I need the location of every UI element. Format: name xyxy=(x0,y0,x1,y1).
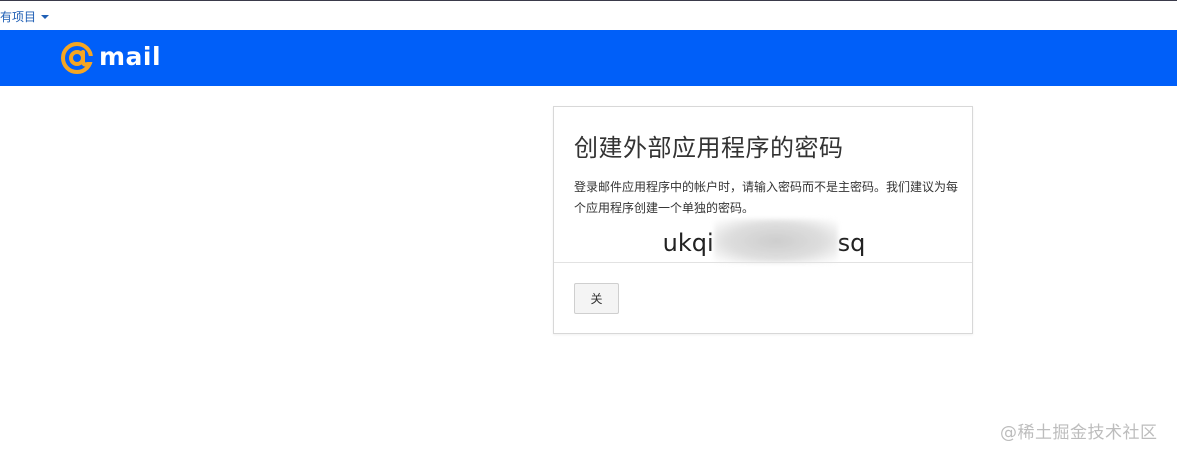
mail-header: mail xyxy=(0,30,1177,86)
projects-dropdown[interactable]: 有项目 xyxy=(0,8,50,25)
dialog-title: 创建外部应用程序的密码 xyxy=(574,134,844,162)
at-sign-icon xyxy=(61,42,94,74)
mail-logo[interactable]: mail xyxy=(60,41,161,75)
app-password-dialog: 创建外部应用程序的密码 登录邮件应用程序中的帐户时，请输入密码而不是主密码。我们… xyxy=(553,106,973,334)
top-bar: 有项目 xyxy=(0,1,1177,30)
generated-password: ukqi sq xyxy=(554,219,974,263)
password-suffix: sq xyxy=(837,229,866,257)
close-button-label: 关 xyxy=(590,292,603,306)
projects-dropdown-label: 有项目 xyxy=(0,10,37,24)
close-button[interactable]: 关 xyxy=(574,283,619,314)
brand-name: mail xyxy=(99,42,162,71)
caret-down-icon xyxy=(41,14,50,19)
watermark: @稀土掘金技术社区 xyxy=(1000,423,1158,443)
password-redaction-blur xyxy=(713,219,838,263)
dialog-divider xyxy=(554,262,972,263)
password-prefix: ukqi xyxy=(662,229,714,257)
dialog-description: 登录邮件应用程序中的帐户时，请输入密码而不是主密码。我们建议为每个应用程序创建一… xyxy=(574,180,959,215)
